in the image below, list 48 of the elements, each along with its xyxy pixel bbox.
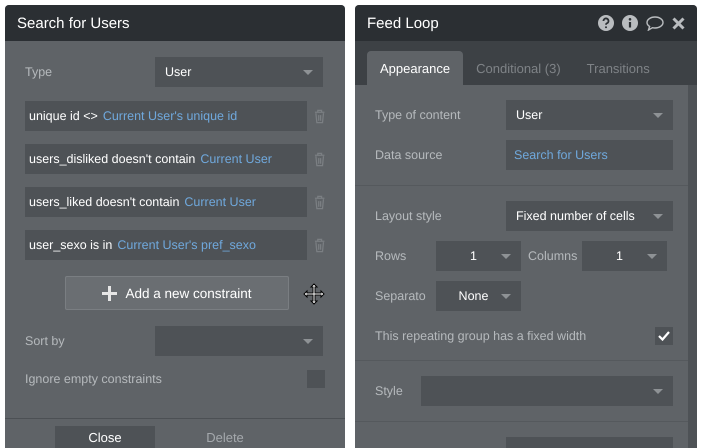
field-label: This repeating group has a fixed width	[375, 329, 586, 343]
field-label: Sort by	[25, 334, 66, 348]
help-icon[interactable]	[598, 15, 614, 31]
close-button[interactable]: Close	[55, 426, 155, 448]
plus-icon	[102, 286, 118, 300]
field-label: Separato	[375, 289, 427, 303]
caret-icon	[653, 112, 663, 118]
add-constraint-button[interactable]: Add a new constraint	[65, 276, 289, 310]
close-icon[interactable]	[672, 16, 685, 30]
checkbox[interactable]	[655, 327, 673, 345]
dropdown[interactable]	[155, 326, 323, 356]
caret-icon	[303, 338, 313, 344]
dropdown[interactable]: None	[436, 281, 521, 311]
trash-icon[interactable]	[314, 108, 325, 124]
constraint-field[interactable]: users_liked doesn't contain Current User	[25, 187, 307, 217]
scrollbar[interactable]	[688, 85, 697, 448]
dialog-title: Search for Users	[17, 14, 130, 32]
trash-icon[interactable]	[314, 152, 325, 166]
tab[interactable]: Appearance	[367, 51, 464, 85]
caret-icon	[653, 214, 663, 218]
dropdown[interactable]: User	[155, 57, 323, 87]
dropdown[interactable]: Fixed number of cells	[506, 201, 673, 231]
caret-icon	[303, 70, 313, 74]
trash-icon[interactable]	[314, 238, 325, 252]
info-icon[interactable]	[622, 15, 638, 31]
comment-icon[interactable]	[646, 16, 664, 30]
caret-icon	[653, 388, 663, 394]
constraint-field[interactable]: user_sexo is in Current User's pref_sexo	[25, 230, 307, 260]
field-label: Data source	[375, 148, 444, 162]
caret-icon	[647, 254, 657, 258]
field-label: Style	[375, 384, 404, 398]
dropdown[interactable]: User	[506, 100, 673, 130]
field-label: Rows	[375, 249, 408, 263]
field-label: Ignore empty constraints	[25, 372, 162, 386]
move-cursor-icon	[303, 283, 325, 305]
dialog-title: Feed Loop	[367, 14, 439, 32]
dropdown[interactable]: 1	[436, 241, 521, 271]
field-label: Layout style	[375, 209, 443, 223]
trash-icon[interactable]	[314, 194, 325, 210]
field-label: Type	[25, 65, 54, 79]
field-label: Columns	[527, 249, 578, 263]
dropdown[interactable]	[421, 376, 673, 406]
constraint-field[interactable]: users_disliked doesn't contain Current User	[25, 144, 307, 174]
dropdown[interactable]: 1	[582, 241, 667, 271]
caret-icon	[501, 294, 511, 298]
constraint-field[interactable]: unique id <> Current User's unique id	[25, 101, 307, 131]
caret-icon	[501, 254, 511, 258]
field-label: Type of content	[375, 108, 462, 122]
